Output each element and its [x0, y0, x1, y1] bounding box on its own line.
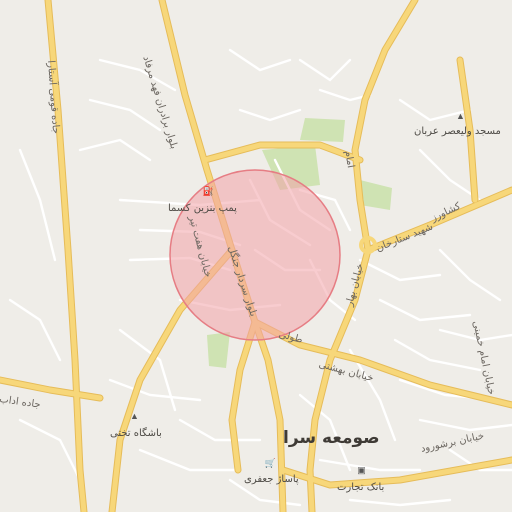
city-label: صومعه سرا [283, 428, 380, 448]
park-north-east [300, 118, 345, 142]
mosque-icon[interactable]: ▲ [456, 111, 465, 121]
shopping-cart-icon[interactable]: 🛒 [265, 458, 276, 468]
map-canvas[interactable] [0, 0, 512, 512]
poi-gas-station-label[interactable]: پمپ بنزین کسما [168, 203, 237, 214]
poi-bank-label[interactable]: بانک تجارت [337, 482, 384, 493]
sports-club-icon[interactable]: ▲ [130, 411, 139, 421]
road-label-emam: امام [342, 149, 357, 169]
bank-icon[interactable]: ▣ [357, 465, 366, 475]
park-south [207, 332, 230, 368]
map-view[interactable]: بلوار برادران فهد مرفاد جاده قومی آستارا… [0, 0, 512, 512]
gas-station-icon[interactable]: ⛽ [203, 186, 214, 196]
poi-market-label[interactable]: پاساژ جعفری [244, 474, 299, 485]
poi-club-label[interactable]: باشگاه تختی [110, 428, 162, 439]
poi-mosque-label[interactable]: مسجد ولیعصر عربان [414, 126, 501, 137]
